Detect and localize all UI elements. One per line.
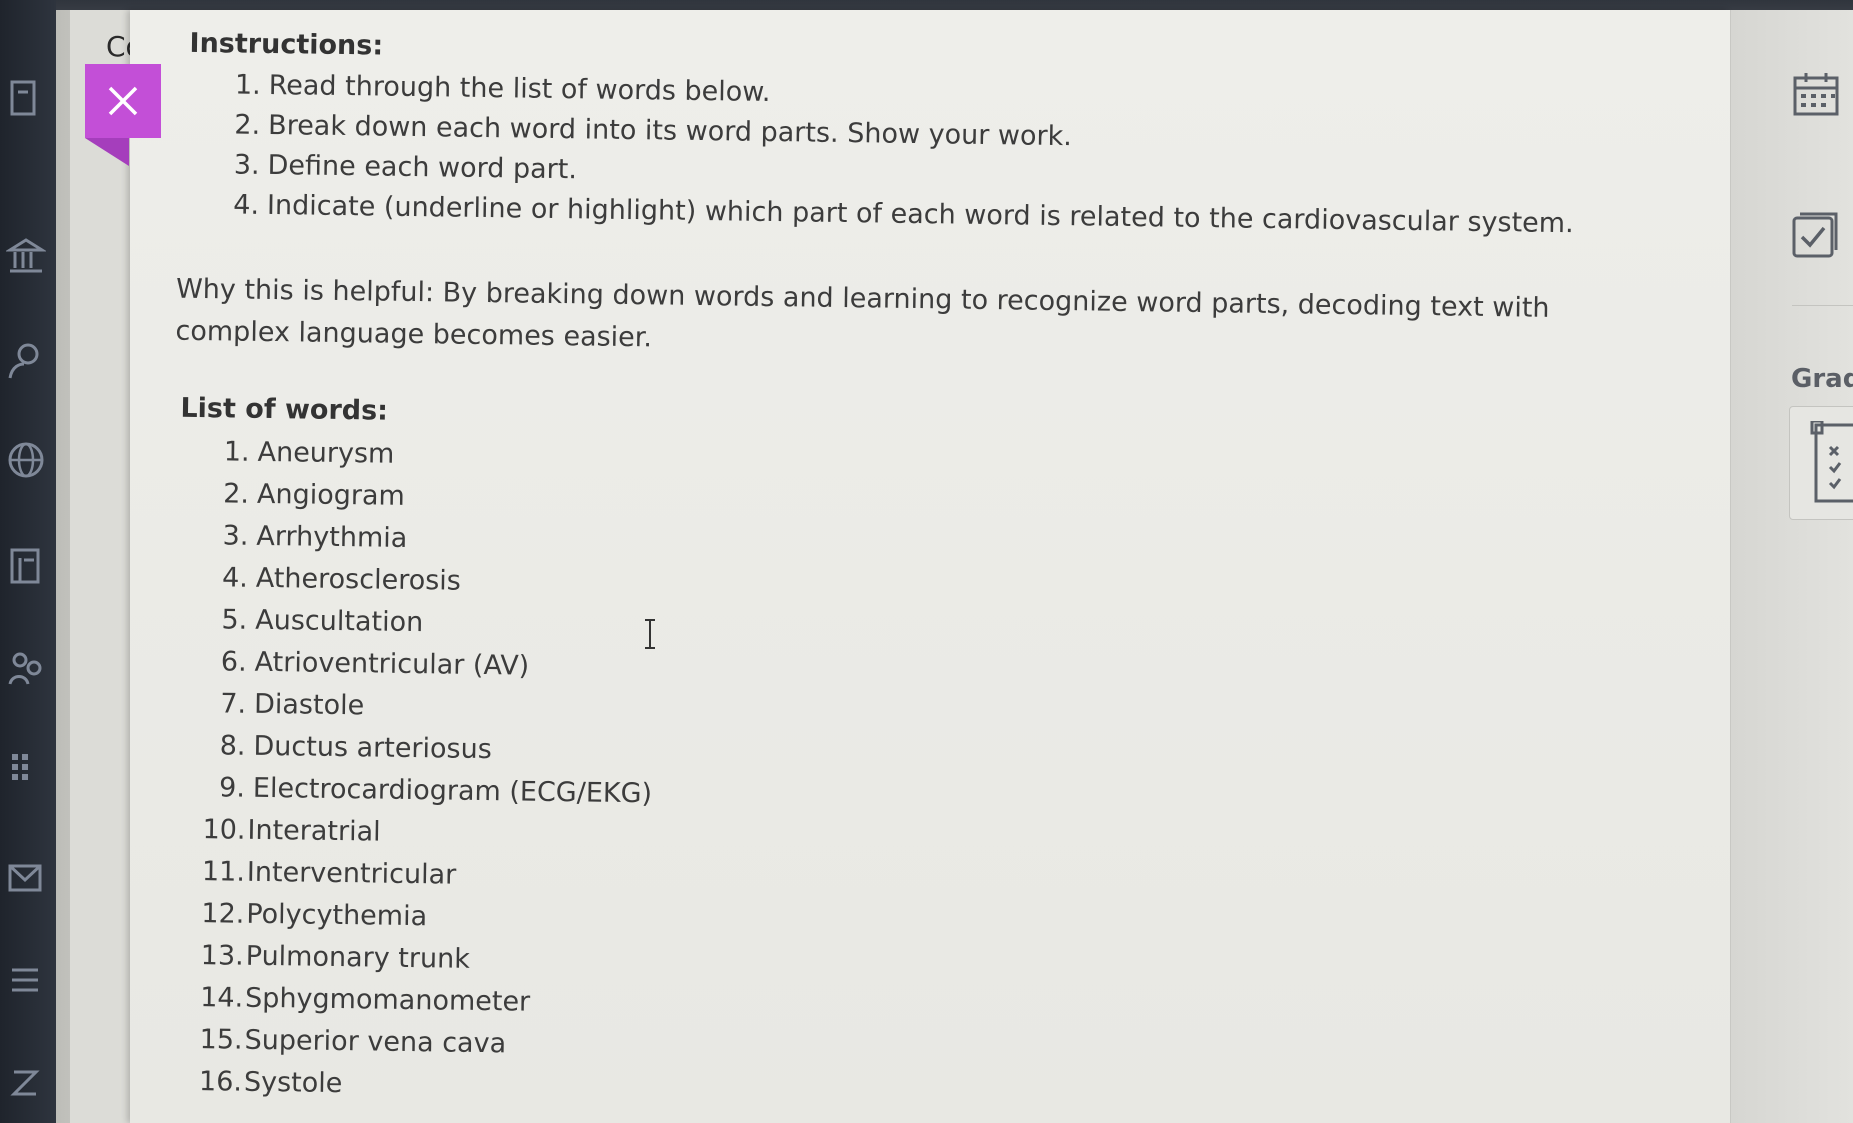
word-list-item: 11.Interventricular: [202, 856, 457, 891]
word-number: 12.: [201, 898, 245, 930]
word-number: 7.: [220, 688, 247, 720]
instruction-step: 2. Break down each word into its word par…: [234, 109, 1072, 152]
instruction-step: 3. Define each word part.: [234, 149, 577, 185]
word-list-item: 16.Systole: [199, 1066, 343, 1099]
why-helpful-paragraph: Why this is helpful: By breaking down wo…: [175, 273, 1550, 354]
instruction-step: 1. Read through the list of words below.: [235, 69, 771, 107]
word-list-item: 9. Electrocardiogram (ECG/EKG): [219, 772, 652, 809]
word-list-item: 15.Superior vena cava: [199, 1024, 506, 1059]
word-text: Superior vena cava: [244, 1024, 507, 1060]
word-text: Atrioventricular (AV): [254, 646, 530, 682]
close-button[interactable]: [85, 64, 161, 138]
word-number: 1.: [223, 436, 250, 468]
left-navigation-rail: [0, 0, 56, 1123]
word-number: 6.: [220, 646, 247, 678]
word-list-item: 1. Aneurysm: [224, 436, 395, 469]
word-list-item: 10.Interatrial: [202, 814, 381, 847]
institution-icon[interactable]: [4, 236, 48, 276]
right-tool-panel: [1730, 10, 1853, 1123]
word-list-heading: List of words:: [180, 392, 389, 427]
word-number: 8.: [219, 730, 246, 762]
rubric-icon: [1810, 421, 1853, 503]
calendar-icon[interactable]: [1792, 70, 1840, 118]
step-number: 4.: [233, 189, 260, 221]
instructions-heading: Instructions:: [189, 27, 384, 62]
word-text: Arrhythmia: [256, 520, 408, 554]
person-search-icon[interactable]: [6, 340, 46, 380]
word-text: Auscultation: [255, 604, 424, 639]
word-text: Ductus arteriosus: [253, 730, 493, 766]
word-number: 15.: [199, 1024, 243, 1056]
checklist-checkbox-icon[interactable]: [1790, 210, 1840, 260]
word-list-item: 8. Ductus arteriosus: [220, 730, 492, 765]
step-number: 3.: [233, 149, 260, 181]
text-cursor-icon: [645, 619, 655, 649]
word-number: 2.: [223, 478, 250, 510]
word-number: 10.: [202, 814, 246, 846]
word-text: Aneurysm: [257, 436, 395, 470]
list-icon[interactable]: [6, 960, 46, 1000]
step-text: Break down each word into its word parts…: [267, 109, 1073, 153]
right-panel-divider: [1792, 305, 1853, 306]
word-list-item: 6. Atrioventricular (AV): [221, 646, 530, 681]
word-list-item: 2. Angiogram: [223, 478, 405, 512]
word-list-item: 4. Atherosclerosis: [222, 562, 461, 596]
word-text: Pulmonary trunk: [245, 940, 471, 975]
mail-icon[interactable]: [6, 858, 46, 898]
word-number: 14.: [200, 982, 244, 1014]
word-number: 3.: [222, 520, 249, 552]
calendar-grid-icon[interactable]: [6, 546, 46, 586]
word-text: Systole: [243, 1066, 343, 1100]
word-text: Sphygmomanometer: [244, 982, 531, 1018]
word-text: Angiogram: [256, 478, 406, 512]
word-number: 9.: [218, 772, 246, 804]
close-button-tab: [85, 138, 129, 166]
word-text: Atherosclerosis: [255, 562, 462, 597]
word-list-item: 13.Pulmonary trunk: [201, 940, 470, 975]
word-text: Interatrial: [247, 814, 381, 848]
step-number: 1.: [234, 69, 261, 101]
close-icon: [108, 86, 138, 116]
word-list-item: 3. Arrhythmia: [222, 520, 407, 554]
word-number: 16.: [198, 1066, 243, 1098]
document-icon[interactable]: [6, 78, 46, 118]
step-text: Read through the list of words below.: [268, 69, 771, 108]
word-list-item: 14.Sphygmomanometer: [200, 982, 530, 1018]
document-sheet: Instructions: 1. Read through the list of…: [130, 10, 1730, 1123]
globe-icon[interactable]: [6, 440, 46, 480]
word-number: 5.: [221, 604, 248, 636]
step-number: 2.: [234, 109, 261, 141]
word-text: Electrocardiogram (ECG/EKG): [252, 772, 653, 810]
word-number: 4.: [221, 562, 249, 594]
word-number: 11.: [201, 856, 246, 888]
instruction-step: 4. Indicate (underline or highlight) whic…: [233, 189, 1574, 239]
step-text: Define each word part.: [267, 149, 578, 186]
grade-label: Grad: [1791, 364, 1853, 394]
word-text: Interventricular: [246, 856, 457, 891]
help-icon[interactable]: [6, 1062, 46, 1102]
screen: Co Instructions: 1.Read through the list…: [0, 0, 1853, 1123]
word-list-item: 5. Auscultation: [221, 604, 423, 638]
word-text: Polycythemia: [246, 898, 428, 933]
step-text: Indicate (underline or highlight) which …: [266, 189, 1574, 240]
grade-rubric-card[interactable]: [1789, 406, 1853, 520]
word-list-item: 7. Diastole: [220, 688, 364, 721]
users-icon[interactable]: [6, 648, 46, 688]
word-number: 13.: [200, 940, 244, 972]
document-content: Instructions: 1. Read through the list of…: [114, 10, 1729, 1123]
word-list-item: 12.Polycythemia: [201, 898, 427, 932]
grid-icon[interactable]: [6, 748, 46, 788]
word-text: Diastole: [253, 688, 365, 722]
